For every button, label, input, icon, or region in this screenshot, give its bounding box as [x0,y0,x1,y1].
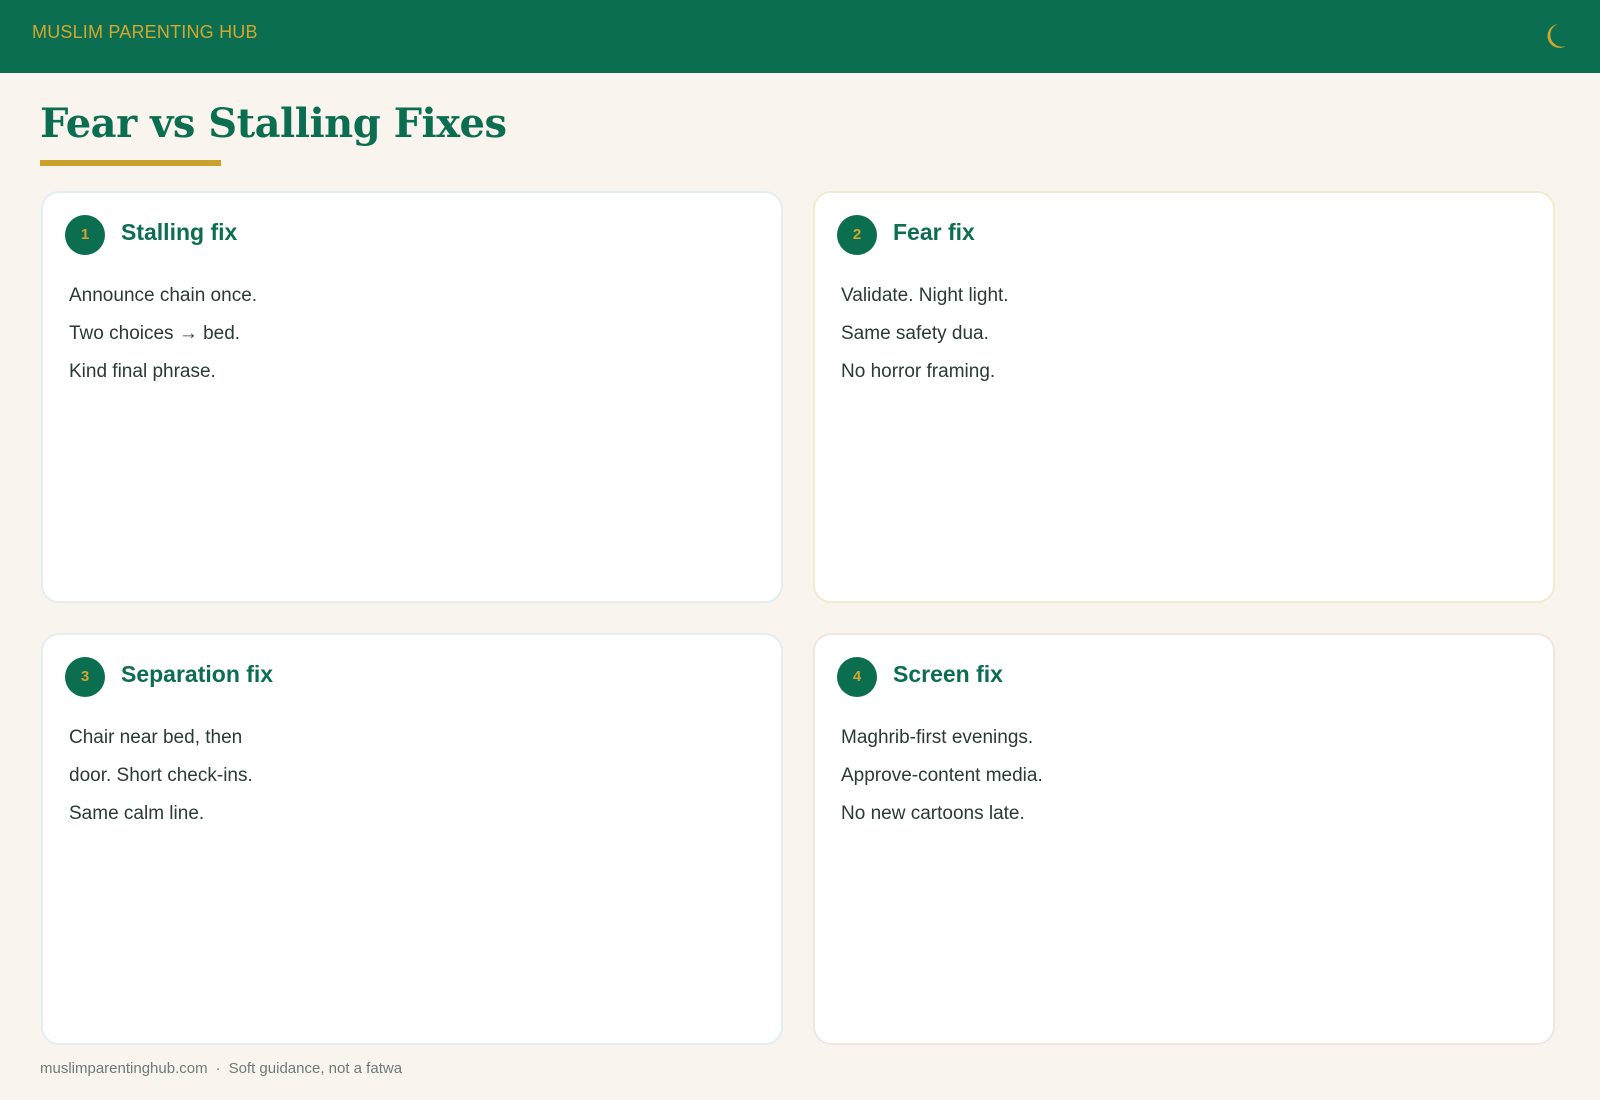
card-line: Same safety dua. [841,323,989,344]
title-underline [40,160,221,166]
card-lines: Announce chain once. Two choices → bed. … [69,277,257,391]
card-line: Validate. Night light. [841,285,1009,306]
card-line: Two choices → bed. [69,323,241,344]
card-line: Chair near bed, then [69,727,243,748]
card-number-badge: 3 [65,657,105,697]
page-title: Fear vs Stalling Fixes [40,100,507,147]
card-line: Maghrib-first evenings. [841,727,1034,748]
card-lines: Chair near bed, then door. Short check-i… [69,719,253,833]
top-bar: MUSLIM PARENTING HUB [0,0,1600,73]
card-lines: Maghrib-first evenings. Approve-content … [841,719,1043,833]
card-stalling-fix: 1 Stalling fix Announce chain once. Two … [41,191,783,603]
card-title: Screen fix [893,661,1003,687]
card-fear-fix: 2 Fear fix Validate. Night light. Same s… [813,191,1555,603]
card-line: Kind final phrase. [69,361,216,382]
crescent-moon-icon [1547,24,1566,48]
footer-separator: · [215,1060,221,1077]
card-line: Announce chain once. [69,285,258,306]
card-title: Stalling fix [121,219,238,245]
card-number-badge: 2 [837,215,877,255]
card-screen-fix: 4 Screen fix Maghrib-first evenings. App… [813,633,1555,1045]
card-line: Same calm line. [69,803,205,824]
card-lines: Validate. Night light. Same safety dua. … [841,277,1009,391]
card-number-badge: 1 [65,215,105,255]
card-line: door. Short check-ins. [69,765,253,786]
brand-name: MUSLIM PARENTING HUB [32,22,258,42]
card-line: No horror framing. [841,361,996,382]
card-number-badge: 4 [837,657,877,697]
footer: muslimparentinghub.com · Soft guidance, no… [40,1060,402,1077]
footer-site: muslimparentinghub.com [40,1060,208,1077]
footer-note: Soft guidance, not a fatwa [228,1060,403,1077]
card-title: Fear fix [893,219,975,245]
card-line: No new cartoons late. [841,803,1025,824]
card-line: Approve-content media. [841,765,1043,786]
card-title: Separation fix [121,661,274,687]
card-separation-fix: 3 Separation fix Chair near bed, then do… [41,633,783,1045]
